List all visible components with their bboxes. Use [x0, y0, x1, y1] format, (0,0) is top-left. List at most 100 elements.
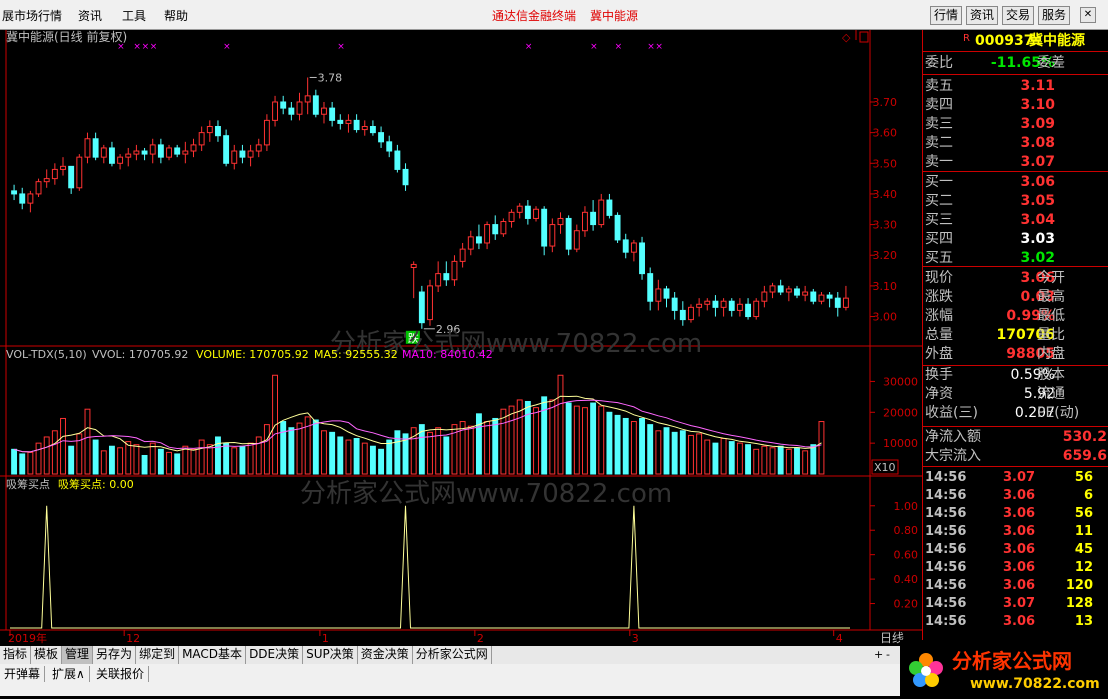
tab-macd[interactable]: MACD基本 [179, 646, 247, 664]
volume-bar [198, 439, 205, 475]
volume-bar [549, 399, 556, 475]
volume-bar [533, 407, 539, 475]
indicator-tick: 0.20 [894, 598, 919, 611]
menu-info[interactable]: 资讯 [78, 7, 102, 24]
chart-area[interactable]: 冀中能源(日线 前复权) ◇ 3.00 3.10 3.20 3.30 3.40 3.50 3… [0, 30, 922, 646]
candle-body [516, 205, 523, 213]
volume-bar [280, 421, 287, 475]
tab-sup[interactable]: SUP决策 [303, 646, 358, 664]
candle-body [100, 147, 107, 158]
date-tick: 2 [477, 632, 484, 645]
minus-icon[interactable]: - [886, 648, 890, 661]
tab-bind[interactable]: 绑定到 [136, 646, 180, 664]
zoom-icon[interactable]: ◇ [842, 31, 851, 44]
buy-row: 买三 3.04 [925, 212, 1055, 228]
volume-bar [190, 448, 197, 475]
volume-bar [337, 436, 344, 475]
news-button[interactable]: 资讯 [966, 6, 999, 25]
candle-body [353, 119, 360, 131]
tick-row: 14:56 3.06 12 [925, 560, 1093, 575]
linked-quote-button[interactable]: 关联报价 [96, 666, 150, 682]
tick-row: 14:56 3.07 128 [925, 596, 1093, 611]
candle-body [443, 273, 450, 281]
quote-button[interactable]: 行情 [930, 6, 963, 25]
x10-label[interactable]: X10 [874, 461, 896, 474]
plus-icon[interactable]: + [874, 648, 883, 661]
tab-manage[interactable]: 管理 [62, 646, 94, 664]
chart-title: 冀中能源(日线 前复权) [6, 30, 127, 44]
volume-bar [622, 417, 629, 475]
candle-body [402, 168, 409, 186]
danmu-button[interactable]: 开弹幕 [4, 666, 46, 682]
volume-bar [573, 405, 580, 475]
close-icon[interactable]: ✕ [1080, 7, 1096, 23]
date-tick: 3 [632, 632, 639, 645]
candle-body [263, 119, 270, 146]
tick-row: 14:56 3.06 6 [925, 488, 1093, 503]
volume-bar [769, 447, 776, 475]
expand-button[interactable]: 扩展∧ [52, 666, 90, 682]
candle-body [247, 150, 254, 158]
signal-marker: × [142, 42, 150, 52]
candle-body [492, 224, 499, 235]
volume-bar [606, 411, 613, 475]
trade-button[interactable]: 交易 [1002, 6, 1035, 25]
volume-bar [500, 408, 507, 475]
price-tick: 3.60 [873, 127, 898, 140]
service-button[interactable]: 服务 [1038, 6, 1071, 25]
candle-body [223, 135, 230, 164]
sell-row: 卖一 3.07 [925, 154, 1055, 170]
stat-row: 总量 170706 量比 [925, 327, 1065, 343]
candle-body [157, 144, 164, 158]
volume-tick: 10000 [883, 437, 918, 450]
candle-body [524, 205, 531, 219]
volume-bar [51, 430, 58, 475]
candle-body [761, 291, 768, 302]
tab-saveas[interactable]: 另存为 [93, 646, 137, 664]
tab-dde[interactable]: DDE决策 [246, 646, 304, 664]
candle-body [11, 190, 18, 195]
candle-body [826, 294, 833, 299]
candle-body [361, 126, 368, 131]
candle-body [842, 297, 849, 308]
candle-body [688, 306, 694, 321]
candle-body [378, 132, 385, 143]
volume-bar [663, 427, 670, 475]
volume-bar [378, 448, 385, 475]
volume-bar [166, 451, 172, 475]
candle-body [19, 193, 26, 204]
candle-body [239, 150, 246, 158]
volume-bar [174, 453, 181, 475]
signal-marker: × [150, 42, 158, 52]
volume-bar [467, 425, 474, 475]
candle-body [467, 236, 474, 250]
candle-body [133, 150, 140, 155]
candle-body [622, 239, 629, 253]
stock-title: 冀中能源 [590, 9, 639, 23]
candle-body [508, 211, 515, 223]
indicator-tick: 0.40 [894, 573, 919, 586]
menu-help[interactable]: 帮助 [164, 7, 188, 24]
candle-body [794, 288, 800, 296]
signal-marker: × [615, 42, 623, 52]
volume-bar [475, 413, 482, 475]
indicator-tick: 1.00 [894, 500, 919, 513]
volume-bar [761, 445, 768, 475]
tab-fxj[interactable]: 分析家公式网 [413, 646, 492, 664]
logo-url: www.70822.com [970, 676, 1100, 692]
tab-template[interactable]: 模板 [31, 646, 63, 664]
tab-fund[interactable]: 资金决策 [358, 646, 413, 664]
watermark-mid: 分析家公式网www.70822.com [300, 479, 672, 509]
menu-tools[interactable]: 工具 [122, 7, 146, 24]
candle-body [410, 263, 417, 269]
volume-bar [671, 431, 678, 475]
menu-market[interactable]: 展市场行情 [2, 7, 62, 24]
candle-body [818, 294, 825, 302]
volume-bar [728, 441, 735, 475]
volume-bar [125, 441, 132, 475]
volume-bar [590, 402, 597, 475]
volume-bar [655, 430, 662, 475]
tab-indicator[interactable]: 指标 [0, 646, 32, 664]
date-tick: 12 [126, 632, 140, 645]
volume-bar [435, 427, 442, 475]
